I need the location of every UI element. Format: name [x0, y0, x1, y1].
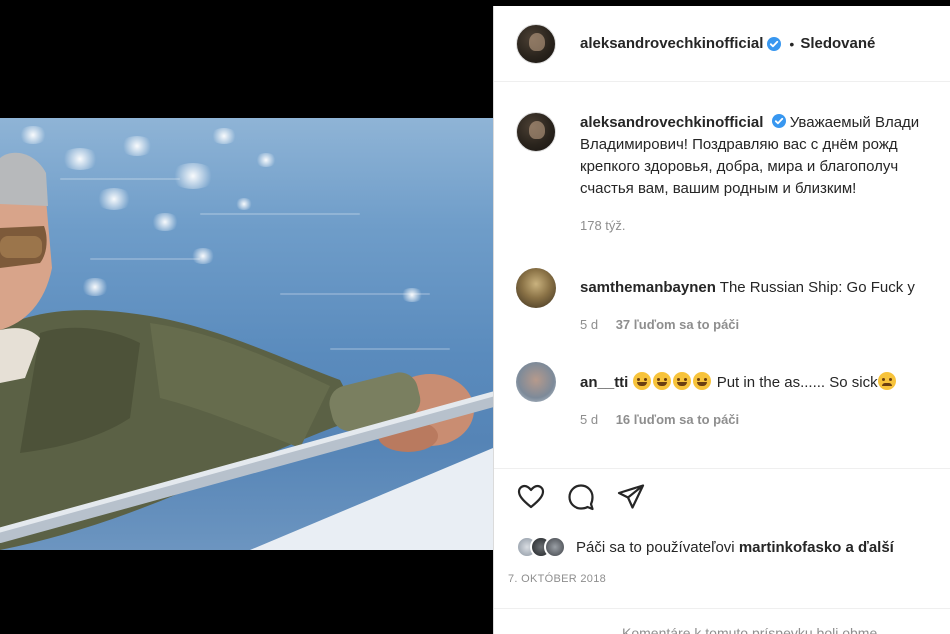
post-caption: aleksandrovechkinofficial Уважаемый Влад… [516, 112, 950, 237]
verified-badge-icon [767, 36, 782, 51]
author-username[interactable]: aleksandrovechkinofficial [580, 35, 763, 52]
comments-disabled-notice: Komentáre k tomuto príspevku boli obme [622, 625, 878, 634]
post-media-pane [0, 0, 493, 634]
comment-username[interactable]: an__tti [580, 374, 628, 391]
caption-line-2: Владимирович! Поздравляю вас с днём рожд [580, 136, 898, 153]
caption-text-block: aleksandrovechkinofficial Уважаемый Влад… [580, 112, 919, 237]
rolling-laughing-emoji [652, 372, 671, 390]
separator-dot: • [789, 35, 795, 52]
liked-by-row: Páči sa to používateľovi martinkofasko a… [516, 536, 894, 558]
liker-avatar[interactable] [544, 536, 566, 558]
grinning-sweat-emoji [672, 372, 691, 390]
comment-likes[interactable]: 16 ľuďom sa to páči [616, 412, 739, 427]
author-avatar[interactable] [516, 23, 556, 64]
verified-badge-icon [771, 114, 786, 128]
comment-author-avatar[interactable] [516, 268, 556, 308]
post-actions [516, 482, 646, 512]
caption-timestamp[interactable]: 178 týž. [580, 215, 919, 237]
liked-by-username[interactable]: martinkofasko [739, 539, 842, 556]
caption-line-4: счастья вам, вашим родным и близким! [580, 180, 857, 197]
comment-author-avatar[interactable] [516, 362, 556, 402]
divider [494, 468, 950, 469]
heart-icon[interactable] [516, 482, 546, 512]
caption-author-username[interactable]: aleksandrovechkinofficial [580, 114, 763, 131]
comment-meta: 5 d 37 ľuďom sa to páči [580, 315, 915, 335]
disappointed-emoji [877, 372, 896, 390]
liked-by-others[interactable]: a ďalší [846, 539, 894, 556]
person-on-boat-illustration [0, 152, 493, 550]
comment-item: an__tti Put in the as...... So sick 5 d … [516, 362, 950, 430]
comment-time[interactable]: 5 d [580, 317, 598, 332]
comment-meta: 5 d 16 ľuďom sa to páči [580, 410, 898, 430]
comment-bar: Komentáre k tomuto príspevku boli obme [494, 608, 950, 634]
comment-item: samthemanbaynen The Russian Ship: Go Fuc… [516, 268, 950, 335]
rolling-laughing-emoji [632, 372, 651, 390]
comment-body: an__tti Put in the as...... So sick 5 d … [580, 362, 898, 430]
comment-body: samthemanbaynen The Russian Ship: Go Fuc… [580, 268, 915, 335]
comment-username[interactable]: samthemanbaynen [580, 279, 716, 296]
comment-time[interactable]: 5 d [580, 412, 598, 427]
paper-plane-icon[interactable] [616, 482, 646, 512]
comment-text: The Russian Ship: Go Fuck y [719, 279, 915, 296]
liked-by-prefix: Páči sa to používateľovi [576, 538, 735, 556]
caption-author-avatar[interactable] [516, 112, 556, 152]
grinning-sweat-emoji [692, 372, 711, 390]
caption-line-1: Уважаемый Влади [789, 114, 920, 131]
comment-likes[interactable]: 37 ľuďom sa to páči [616, 317, 739, 332]
caption-line-3: крепкого здоровья, добра, мира и благопо… [580, 158, 899, 175]
comment-text: Put in the as...... So sick [716, 374, 878, 391]
post-photo[interactable] [0, 118, 493, 550]
post-date[interactable]: 7. OKTÓBER 2018 [508, 573, 606, 585]
following-button[interactable]: Sledované [800, 35, 875, 52]
comment-bubble-icon[interactable] [566, 482, 596, 512]
liked-by-text: Páči sa to používateľovi martinkofasko a… [576, 539, 894, 556]
post-header: aleksandrovechkinofficial • Sledované [494, 6, 950, 82]
post-detail-panel: aleksandrovechkinofficial • Sledované al… [493, 6, 950, 634]
